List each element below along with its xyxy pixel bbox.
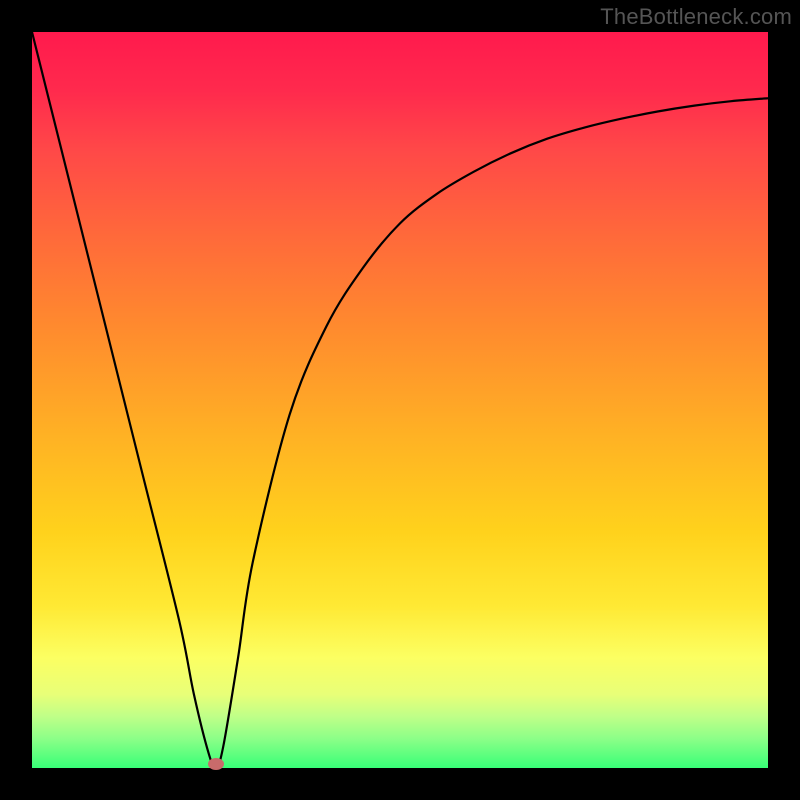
minimum-marker <box>208 758 224 770</box>
plot-area <box>32 32 768 768</box>
bottleneck-curve <box>32 32 768 768</box>
chart-frame: TheBottleneck.com <box>0 0 800 800</box>
watermark-text: TheBottleneck.com <box>600 4 792 30</box>
